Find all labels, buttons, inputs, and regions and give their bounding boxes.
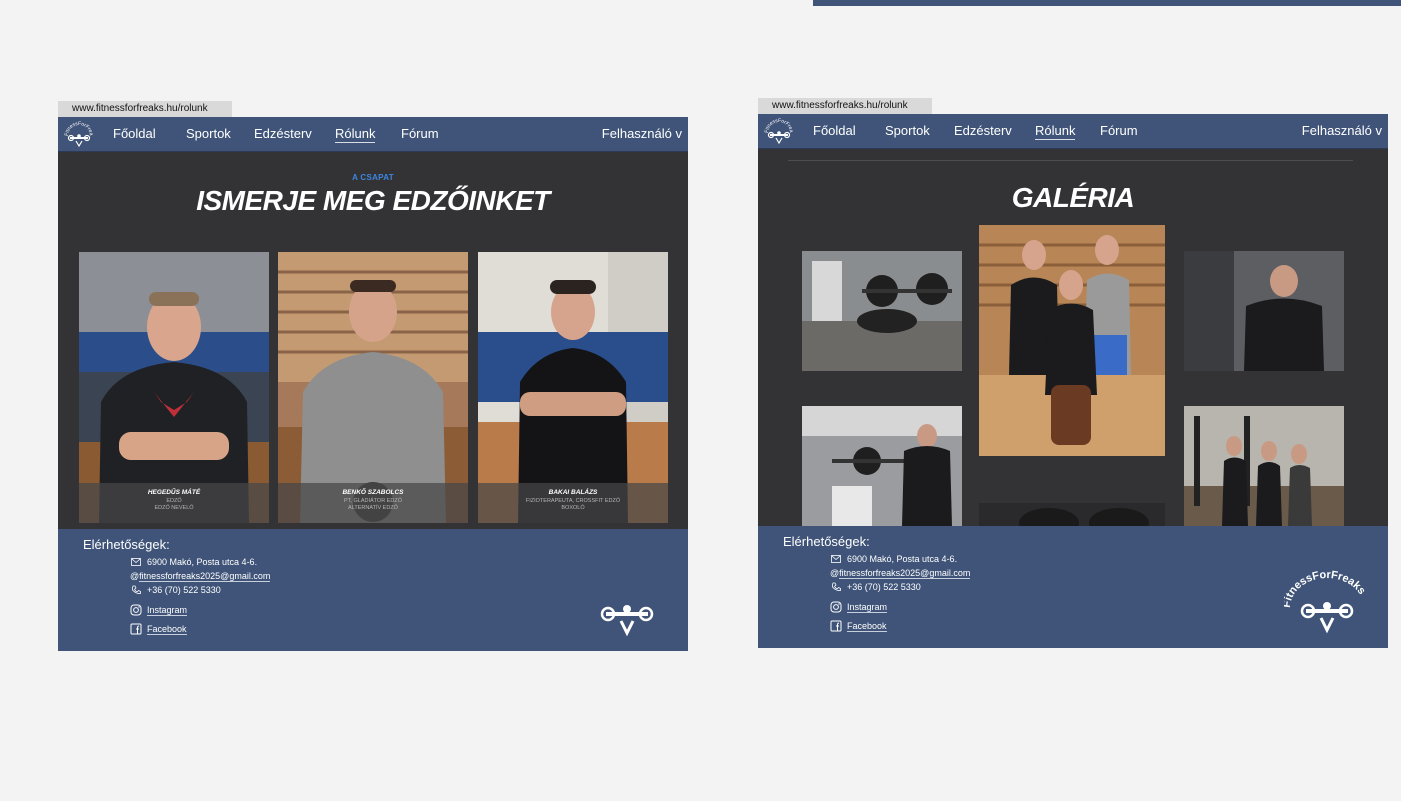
phone-text: +36 (70) 522 5330	[147, 585, 221, 595]
facebook-icon	[830, 620, 842, 632]
coach-role-secondary: BOXOLÓ	[561, 505, 585, 511]
gallery-image[interactable]	[802, 251, 962, 371]
coach-caption: HEGEDŰS MÁTÉ EDZŐ EDZŐ NEVELŐ	[79, 483, 269, 523]
footer-logo[interactable]: FitnessForFreaks	[1284, 562, 1370, 634]
mail-icon	[130, 556, 142, 568]
url-bar[interactable]: www.fitnessforfreaks.hu/rolunk	[758, 98, 932, 114]
address-text: 6900 Makó, Posta utca 4-6.	[847, 554, 958, 564]
address-text: 6900 Makó, Posta utca 4-6.	[147, 557, 258, 567]
facebook-link[interactable]: Facebook	[147, 624, 187, 635]
social-facebook[interactable]: Facebook	[830, 620, 887, 632]
phone-icon	[130, 584, 142, 596]
svg-text:FitnessForFreaks: FitnessForFreaks	[762, 116, 794, 133]
footer: Elérhetőségek: 6900 Makó, Posta utca 4-6…	[758, 526, 1388, 648]
coach-role-secondary: EDZŐ NEVELŐ	[154, 505, 194, 511]
footer-logo-text: FitnessForFreaks	[584, 565, 670, 568]
url-bar[interactable]: www.fitnessforfreaks.hu/rolunk	[58, 101, 232, 117]
coach-role-secondary: ALTERNATÍV EDZŐ	[348, 505, 398, 511]
coach-caption: BAKAI BALÁZS FIZIOTERAPEUTA, CROSSFIT ED…	[478, 483, 668, 523]
social-facebook[interactable]: Facebook	[130, 623, 187, 635]
gallery-image[interactable]	[979, 225, 1165, 456]
svg-text:FitnessForFreaks: FitnessForFreaks	[62, 119, 94, 136]
section-eyebrow: A CSAPAT	[352, 173, 394, 182]
coach-card[interactable]: BENKŐ SZABOLCS PT, GLADIÁTOR EDZŐ ALTERN…	[278, 252, 468, 523]
contact-phone: +36 (70) 522 5330	[130, 584, 221, 596]
gallery-photo	[802, 406, 962, 526]
coach-caption: BENKŐ SZABOLCS PT, GLADIÁTOR EDZŐ ALTERN…	[278, 483, 468, 523]
navbar: FitnessForFreaks Főoldal Sportok Edzéste…	[758, 114, 1388, 149]
instagram-link[interactable]: Instagram	[147, 605, 188, 616]
coach-card[interactable]: BAKAI BALÁZS FIZIOTERAPEUTA, CROSSFIT ED…	[478, 252, 668, 523]
social-instagram[interactable]: Instagram	[830, 601, 888, 613]
at-icon: @	[830, 568, 840, 578]
nav-item-sports[interactable]: Sportok	[885, 123, 930, 138]
nav-item-workout-plan[interactable]: Edzésterv	[254, 126, 312, 141]
gallery-photo	[979, 503, 1165, 526]
instagram-icon	[830, 601, 842, 613]
gallery-photo	[802, 251, 962, 371]
footer-logo[interactable]: FitnessForFreaks	[584, 565, 670, 637]
gallery-photo	[979, 225, 1165, 456]
nav-item-workout-plan[interactable]: Edzésterv	[954, 123, 1012, 138]
gallery-image[interactable]	[979, 503, 1165, 526]
email-link[interactable]: fitnessforfreaks2025@gmail.com	[839, 568, 971, 579]
coach-card[interactable]: HEGEDŰS MÁTÉ EDZŐ EDZŐ NEVELŐ	[79, 252, 269, 523]
coach-name: BAKAI BALÁZS	[548, 489, 598, 496]
gallery-image[interactable]	[1184, 251, 1344, 371]
email-link[interactable]: fitnessforfreaks2025@gmail.com	[139, 571, 271, 582]
logo-icon[interactable]: FitnessForFreaks	[62, 119, 96, 149]
coach-role: EDZŐ	[166, 498, 182, 504]
coach-role: PT, GLADIÁTOR EDZŐ	[344, 498, 402, 504]
nav-item-sports[interactable]: Sportok	[186, 126, 231, 141]
divider	[788, 160, 1353, 161]
footer-title: Elérhetőségek:	[83, 537, 170, 552]
coach-role: FIZIOTERAPEUTA, CROSSFIT EDZŐ	[525, 498, 621, 504]
facebook-icon	[130, 623, 142, 635]
instagram-icon	[130, 604, 142, 616]
instagram-link[interactable]: Instagram	[847, 602, 888, 613]
page-title: ISMERJE MEG EDZŐINKET	[196, 185, 550, 216]
nav-item-about[interactable]: Rólunk	[335, 126, 376, 143]
contact-email[interactable]: @ fitnessforfreaks2025@gmail.com	[830, 567, 971, 579]
gallery-image[interactable]	[802, 406, 962, 526]
coach-name: HEGEDŰS MÁTÉ	[147, 489, 201, 496]
gallery-page-frame: FitnessForFreaks Főoldal Sportok Edzéste…	[758, 114, 1388, 648]
page-title: GALÉRIA	[1011, 182, 1135, 213]
nav-item-home[interactable]: Főoldal	[113, 126, 156, 141]
phone-text: +36 (70) 522 5330	[847, 582, 921, 592]
nav-item-about[interactable]: Rólunk	[1035, 123, 1076, 140]
footer: Elérhetőségek: 6900 Makó, Posta utca 4-6…	[58, 529, 688, 651]
contact-address: 6900 Makó, Posta utca 4-6.	[830, 553, 957, 565]
nav-item-home[interactable]: Főoldal	[813, 123, 856, 138]
phone-icon	[830, 581, 842, 593]
gallery-photo	[1184, 406, 1344, 526]
coach-name: BENKŐ SZABOLCS	[342, 489, 404, 496]
gallery-photo	[1184, 251, 1344, 371]
mail-icon	[830, 553, 842, 565]
footer-title: Elérhetőségek:	[783, 534, 870, 549]
top-accent-strip	[813, 0, 1401, 6]
nav-item-forum[interactable]: Fórum	[401, 126, 439, 141]
at-icon: @	[130, 571, 140, 581]
navbar: FitnessForFreaks Főoldal Sportok Edzéste…	[58, 117, 688, 152]
logo-icon[interactable]: FitnessForFreaks	[762, 116, 796, 146]
contact-address: 6900 Makó, Posta utca 4-6.	[130, 556, 257, 568]
nav-item-forum[interactable]: Fórum	[1100, 123, 1138, 138]
contact-email[interactable]: @ fitnessforfreaks2025@gmail.com	[130, 570, 271, 582]
user-menu[interactable]: Felhasználó v	[1302, 123, 1382, 138]
user-menu[interactable]: Felhasználó v	[602, 126, 682, 141]
contact-phone: +36 (70) 522 5330	[830, 581, 921, 593]
team-page-frame: FitnessForFreaks Főoldal Sportok Edzéste…	[58, 117, 688, 651]
facebook-link[interactable]: Facebook	[847, 621, 887, 632]
gallery-image[interactable]	[1184, 406, 1344, 526]
social-instagram[interactable]: Instagram	[130, 604, 188, 616]
